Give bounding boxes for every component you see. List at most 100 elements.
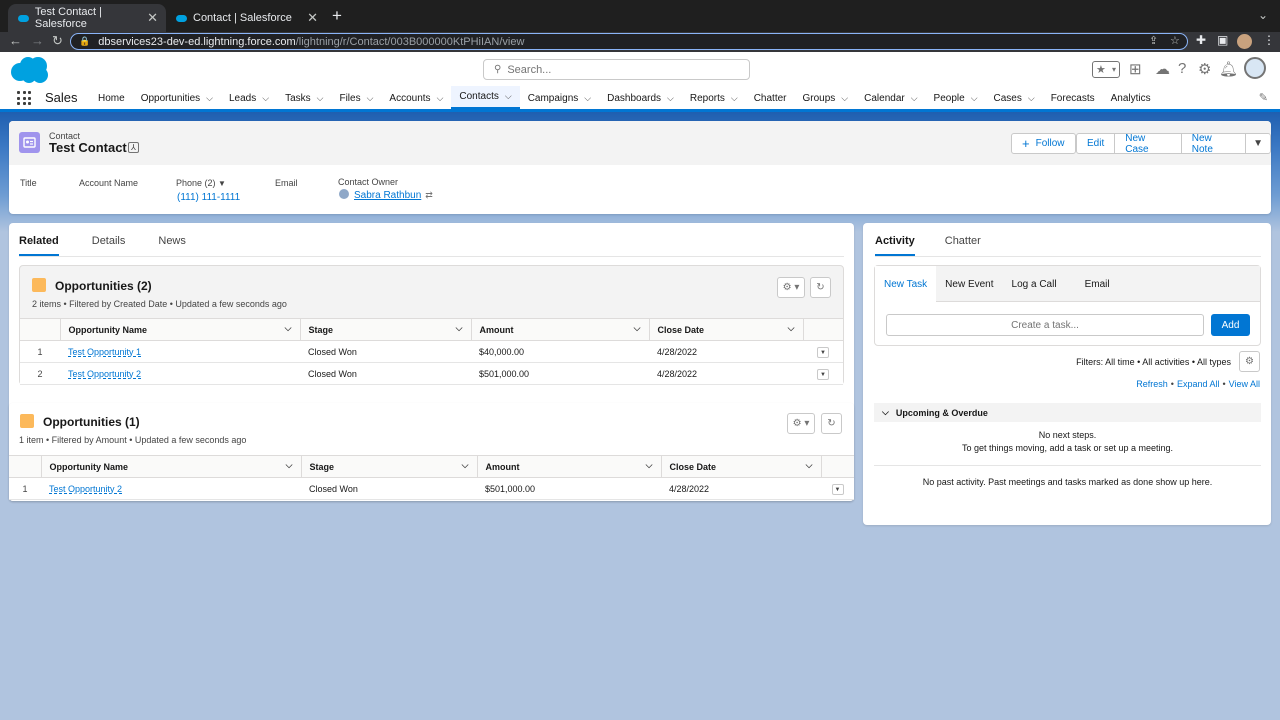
more-actions-chevron-icon[interactable]: ▼ — [1245, 133, 1271, 154]
column-header[interactable]: Close Date ⌵ — [649, 318, 804, 341]
phone-value[interactable]: (111) 111-1111 — [177, 192, 240, 203]
nav-item-accounts[interactable]: Accounts ⌵ — [381, 86, 451, 110]
nav-item-dashboards[interactable]: Dashboards ⌵ — [599, 86, 682, 110]
owner-name[interactable]: Sabra Rathbun — [354, 190, 421, 201]
opportunity-link[interactable]: Test Opportunity 2 — [68, 369, 141, 379]
global-actions-icon[interactable]: ⊞ — [1129, 60, 1142, 78]
edit-button[interactable]: Edit — [1076, 133, 1116, 154]
chevron-down-icon[interactable]: ⌵ — [667, 93, 674, 104]
new-note-button[interactable]: New Note — [1180, 133, 1247, 155]
forward-icon[interactable]: → — [31, 33, 44, 48]
chevron-down-icon[interactable]: ⌵ — [317, 93, 324, 104]
nav-item-analytics[interactable]: Analytics — [1103, 86, 1159, 110]
nav-item-calendar[interactable]: Calendar ⌵ — [856, 86, 925, 110]
nav-item-leads[interactable]: Leads ⌵ — [221, 86, 277, 110]
tab-related[interactable]: Related — [19, 235, 59, 256]
tab-email[interactable]: Email — [1066, 266, 1119, 302]
nav-item-campaigns[interactable]: Campaigns ⌵ — [520, 86, 599, 110]
list-settings-gear-icon[interactable]: ⚙ ▾ — [777, 277, 805, 298]
refresh-link[interactable]: Refresh — [1136, 379, 1168, 389]
bookmark-star-icon[interactable]: ☆ — [1170, 34, 1180, 47]
nav-item-tasks[interactable]: Tasks ⌵ — [277, 86, 331, 110]
chevron-down-icon[interactable]: ⌵ — [584, 93, 591, 104]
create-task-input[interactable]: Create a task... — [886, 314, 1204, 336]
side-panel-icon[interactable]: ▣ — [1217, 33, 1228, 47]
opportunity-link[interactable]: Test Opportunity 1 — [68, 347, 141, 357]
tab-news[interactable]: News — [158, 235, 186, 256]
salesforce-logo-icon[interactable] — [10, 56, 50, 84]
row-actions-chevron-icon[interactable]: ▼ — [831, 483, 844, 495]
phone-dropdown-icon[interactable]: ▼ — [218, 179, 226, 188]
row-actions-chevron-icon[interactable]: ▼ — [817, 346, 829, 358]
user-avatar[interactable] — [1244, 57, 1266, 79]
chevron-down-icon[interactable]: ⌵ — [206, 93, 213, 104]
new-case-button[interactable]: New Case — [1114, 133, 1182, 155]
nav-item-people[interactable]: People ⌵ — [926, 86, 986, 110]
tab-activity[interactable]: Activity — [875, 235, 915, 256]
column-header[interactable]: Stage ⌵ — [300, 318, 472, 341]
app-launcher-icon[interactable] — [17, 91, 31, 105]
back-icon[interactable]: ← — [9, 33, 22, 48]
nav-item-contacts[interactable]: Contacts ⌵ — [451, 86, 520, 110]
expand-all-link[interactable]: Expand All — [1177, 379, 1220, 389]
address-bar[interactable]: 🔒 dbservices23-dev-ed.lightning.force.co… — [70, 33, 1188, 50]
chevron-down-icon[interactable]: ⌵ — [971, 93, 978, 104]
chevron-down-icon[interactable]: ⌵ — [841, 93, 848, 104]
nav-item-chatter[interactable]: Chatter — [746, 86, 795, 110]
tab-log-a-call[interactable]: Log a Call — [1003, 266, 1066, 302]
related-list-title[interactable]: Opportunities (2) — [55, 279, 152, 293]
row-actions-chevron-icon[interactable]: ▼ — [817, 368, 829, 380]
chevron-down-icon[interactable]: ⌵ — [505, 91, 512, 102]
related-list-title[interactable]: Opportunities (1) — [43, 415, 140, 429]
favorites-button[interactable]: ★ ▾ — [1092, 61, 1120, 78]
nav-item-cases[interactable]: Cases ⌵ — [986, 86, 1043, 110]
chevron-down-icon[interactable]: ⌵ — [1028, 93, 1035, 104]
nav-item-home[interactable]: Home — [90, 86, 133, 110]
filter-settings-gear-icon[interactable]: ⚙ — [1239, 351, 1260, 372]
view-all-link[interactable]: View All — [1229, 379, 1260, 389]
refresh-icon[interactable]: ↻ — [810, 277, 831, 298]
nav-item-files[interactable]: Files ⌵ — [331, 86, 381, 110]
chevron-down-icon[interactable]: ⌵ — [634, 323, 641, 334]
tab-new-event[interactable]: New Event — [936, 266, 1002, 302]
upcoming-overdue-section[interactable]: ⌵ Upcoming & Overdue — [874, 403, 1261, 422]
chevron-down-icon[interactable]: ⌵ — [286, 460, 293, 471]
tab-chatter[interactable]: Chatter — [945, 235, 981, 256]
browser-tab-contact[interactable]: Contact | Salesforce ✕ — [166, 4, 326, 32]
nav-item-groups[interactable]: Groups ⌵ — [795, 86, 857, 110]
browser-tab-test-contact[interactable]: Test Contact | Salesforce ✕ — [8, 4, 166, 32]
help-icon[interactable]: ? — [1178, 60, 1186, 77]
column-header[interactable]: Stage ⌵ — [301, 455, 478, 478]
extensions-icon[interactable]: ✚ — [1196, 33, 1206, 47]
global-search-input[interactable]: ⚲ Search... — [483, 59, 750, 80]
refresh-icon[interactable]: ↻ — [821, 413, 842, 434]
browser-menu-icon[interactable]: ⋮ — [1263, 33, 1275, 47]
add-task-button[interactable]: Add — [1211, 314, 1250, 336]
edit-nav-pencil-icon[interactable]: ✎ — [1259, 91, 1268, 104]
tab-new-task[interactable]: New Task — [875, 266, 937, 303]
setup-gear-icon[interactable]: ⚙ — [1198, 60, 1211, 78]
column-header[interactable]: Opportunity Name ⌵ — [41, 455, 302, 478]
chevron-down-icon[interactable]: ⌵ — [646, 460, 653, 471]
follow-button[interactable]: + Follow — [1011, 133, 1076, 154]
chevron-down-icon[interactable]: ⌵ — [456, 323, 463, 334]
close-tab-icon[interactable]: ✕ — [147, 10, 158, 26]
tab-search-icon[interactable]: ⌄ — [1258, 8, 1268, 22]
profile-avatar[interactable] — [1237, 34, 1252, 49]
share-icon[interactable]: ⇪ — [1149, 34, 1158, 47]
opportunity-link[interactable]: Test Opportunity 2 — [49, 484, 122, 494]
contact-owner-value[interactable]: Sabra Rathbun ⇄ — [339, 189, 433, 201]
trailhead-icon[interactable]: ☁ — [1155, 60, 1170, 78]
column-header[interactable]: Amount ⌵ — [477, 455, 662, 478]
chevron-down-icon[interactable]: ⌵ — [367, 93, 374, 104]
column-header[interactable]: Close Date ⌵ — [661, 455, 822, 478]
tab-details[interactable]: Details — [92, 235, 126, 256]
column-header[interactable]: Amount ⌵ — [471, 318, 650, 341]
nav-item-reports[interactable]: Reports ⌵ — [682, 86, 746, 110]
chevron-down-icon[interactable]: ⌵ — [911, 93, 918, 104]
hierarchy-icon[interactable]: ⅄ — [128, 142, 139, 153]
change-owner-icon[interactable]: ⇄ — [425, 190, 433, 200]
chevron-down-icon[interactable]: ⌵ — [437, 93, 444, 104]
chevron-down-icon[interactable]: ⌵ — [788, 323, 795, 334]
notifications-bell-icon[interactable]: 🔔︎ — [1219, 60, 1238, 78]
